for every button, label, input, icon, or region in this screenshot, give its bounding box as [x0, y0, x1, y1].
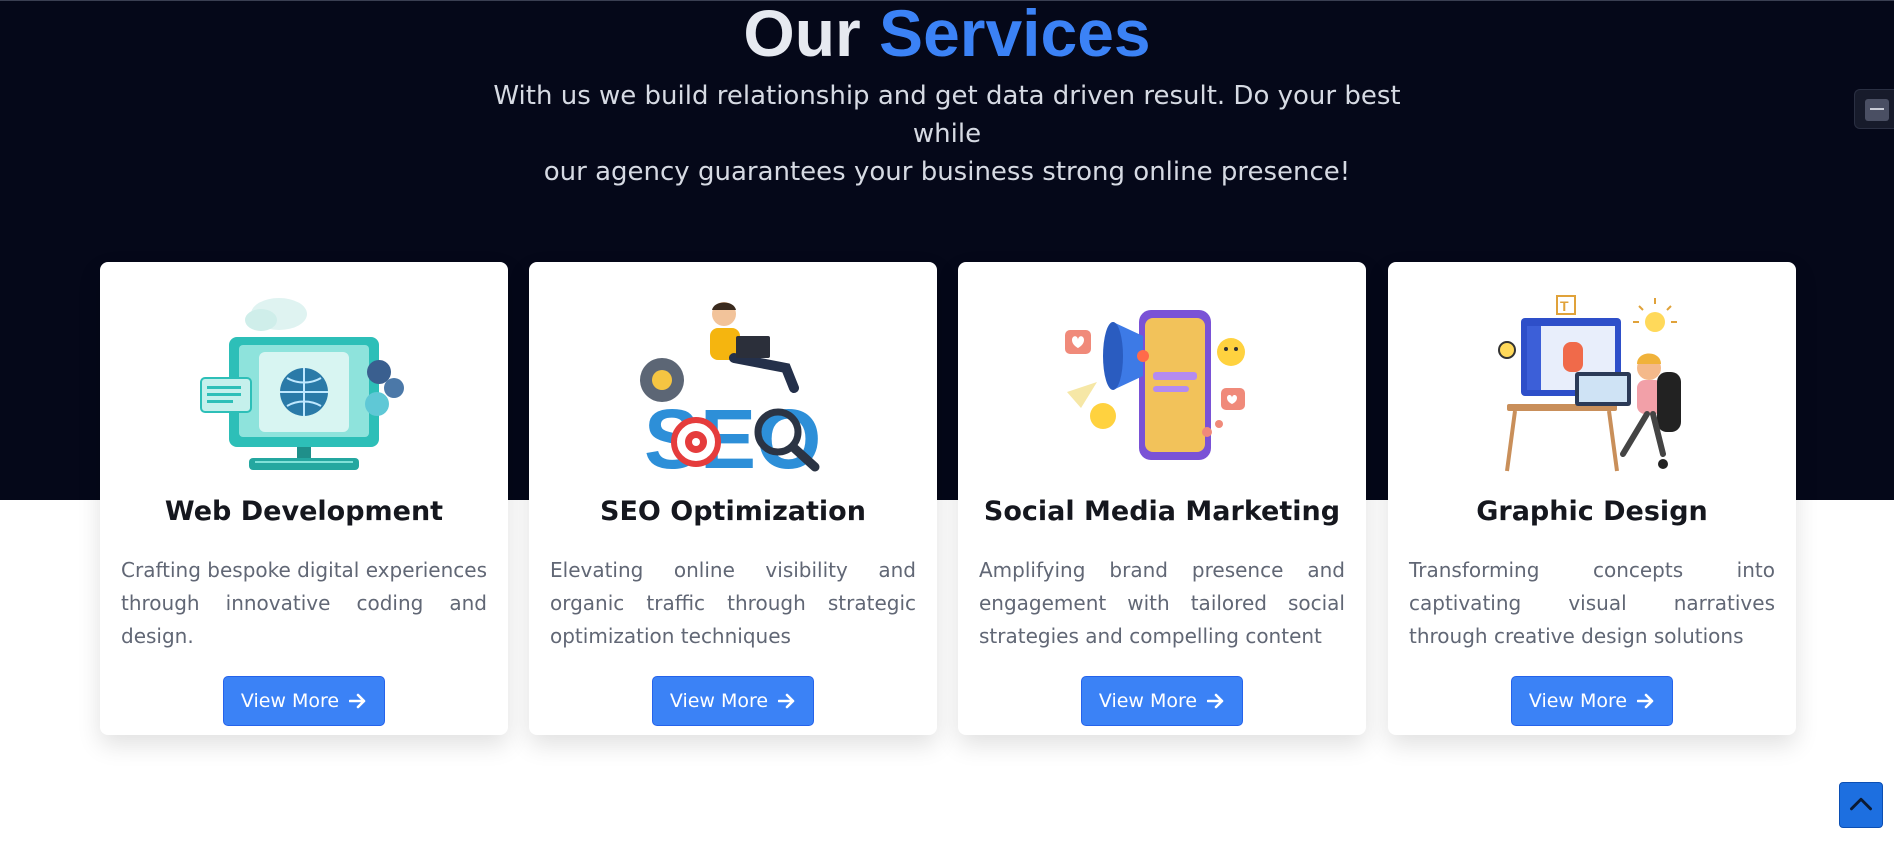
- title-prefix: Our: [743, 0, 861, 70]
- service-description: Elevating online visibility and organic …: [550, 558, 916, 648]
- view-more-button-web-development[interactable]: View More: [223, 676, 385, 726]
- service-title: Social Media Marketing: [983, 496, 1341, 527]
- service-title: Web Development: [164, 496, 444, 527]
- arrow-right-icon: [349, 693, 366, 709]
- view-more-label: View More: [1098, 690, 1198, 712]
- arrow-right-icon: [1637, 693, 1654, 709]
- view-more-button-seo[interactable]: View More: [652, 676, 814, 726]
- view-more-button-social-media[interactable]: View More: [1081, 676, 1243, 726]
- side-panel-toggle[interactable]: [1854, 89, 1894, 129]
- section-subtitle: With us we build relationship and get da…: [477, 77, 1417, 191]
- seo-illustration: SEO: [640, 302, 821, 478]
- section-title: Our Services: [0, 0, 1894, 73]
- view-more-button-graphic-design[interactable]: View More: [1511, 676, 1673, 726]
- view-more-label: View More: [240, 690, 340, 712]
- service-card-social-media: Social Media Marketing Amplifying brand …: [958, 262, 1366, 735]
- service-description: Amplifying brand presence and engagement…: [979, 558, 1345, 648]
- service-card-seo: SEO SEO Optimization Elevating online vi…: [529, 262, 937, 735]
- service-description: Crafting bespoke digital experiences thr…: [121, 558, 487, 648]
- service-title: SEO Optimization: [600, 496, 866, 527]
- chevron-up-icon: [1850, 797, 1872, 811]
- view-more-label: View More: [669, 690, 769, 712]
- service-card-web-development: Web Development Crafting bespoke digital…: [100, 262, 508, 735]
- svg-text:T: T: [1560, 298, 1569, 314]
- back-to-top-button[interactable]: [1839, 782, 1883, 828]
- subtitle-line-1: With us we build relationship and get da…: [493, 81, 1401, 149]
- arrow-right-icon: [778, 693, 795, 709]
- services-cards: Web Development Crafting bespoke digital…: [100, 262, 1796, 735]
- subtitle-line-2: our agency guarantees your business stro…: [543, 157, 1351, 187]
- title-accent: Services: [879, 0, 1151, 70]
- service-description: Transforming concepts into captivating v…: [1409, 558, 1775, 648]
- side-panel-icon: [1865, 99, 1889, 121]
- social-media-illustration: [1065, 310, 1245, 460]
- graphic-design-illustration: T: [1498, 295, 1681, 472]
- arrow-right-icon: [1207, 693, 1224, 709]
- service-card-graphic-design: T Graphic Design Transforming concepts i…: [1388, 262, 1796, 735]
- service-title: Graphic Design: [1476, 496, 1708, 527]
- web-development-illustration: [200, 298, 404, 470]
- view-more-label: View More: [1528, 690, 1628, 712]
